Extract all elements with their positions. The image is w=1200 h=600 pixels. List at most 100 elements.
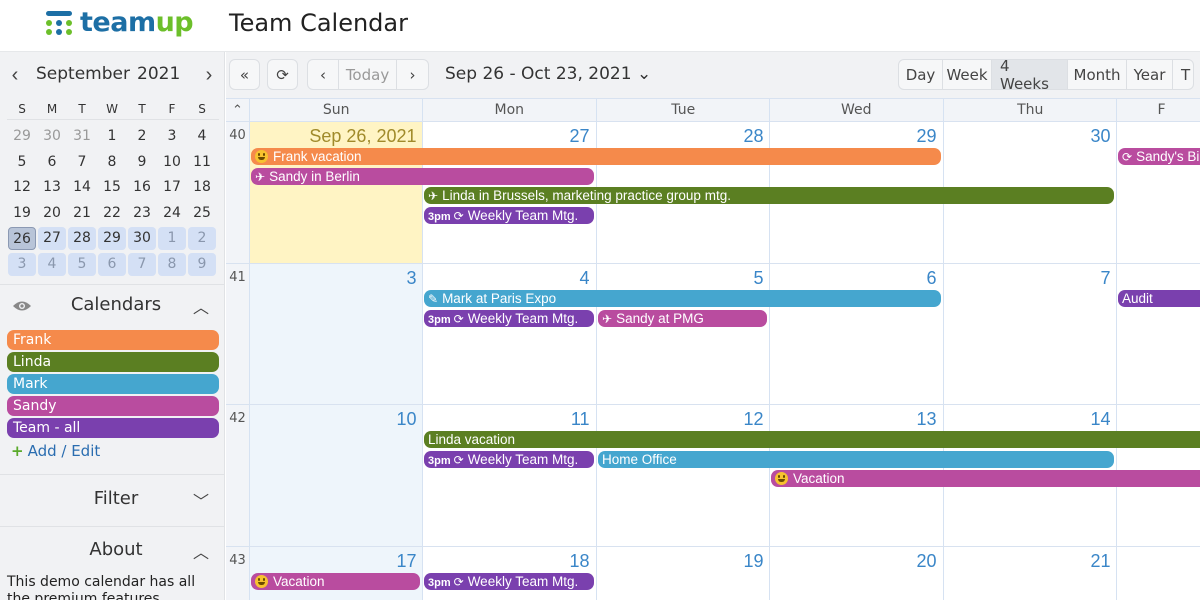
day-number[interactable]: 4	[579, 268, 589, 289]
mini-day[interactable]: 7	[68, 151, 96, 174]
mini-day[interactable]: 19	[8, 202, 36, 225]
mini-day[interactable]: 5	[8, 151, 36, 174]
mini-day[interactable]: 12	[8, 176, 36, 199]
calendars-section-header[interactable]: Calendars ︿	[0, 288, 225, 322]
day-cell[interactable]	[1116, 547, 1200, 600]
day-number[interactable]: 19	[743, 551, 763, 572]
mini-day[interactable]: 2	[128, 125, 156, 148]
mini-day[interactable]: 25	[188, 202, 216, 225]
view-tab-week[interactable]: Week	[943, 60, 992, 89]
mini-day[interactable]: 3	[158, 125, 186, 148]
mini-day[interactable]: 11	[188, 151, 216, 174]
mini-day[interactable]: 17	[158, 176, 186, 199]
day-number[interactable]: Sep 26, 2021	[309, 126, 416, 147]
first-page-button[interactable]: «	[229, 59, 260, 90]
mini-day[interactable]: 27	[38, 227, 66, 250]
mini-day[interactable]: 26	[8, 227, 36, 250]
view-tab-year[interactable]: Year	[1127, 60, 1173, 89]
next-period-button[interactable]: ›	[397, 60, 428, 89]
day-cell[interactable]: 10	[249, 405, 423, 546]
day-cell[interactable]: 4	[422, 264, 596, 404]
view-tab-month[interactable]: Month	[1068, 60, 1127, 89]
refresh-button[interactable]: ⟳	[267, 59, 298, 90]
mini-day[interactable]: 22	[98, 202, 126, 225]
event-sandy[interactable]: Vacation	[771, 470, 1200, 487]
day-cell[interactable]	[1116, 122, 1200, 263]
mini-day[interactable]: 3	[8, 252, 36, 276]
day-number[interactable]: 7	[1100, 268, 1110, 289]
mini-day[interactable]: 4	[38, 252, 66, 276]
day-cell[interactable]: 20	[769, 547, 943, 600]
event-sandy[interactable]: ✈ Sandy in Berlin	[251, 167, 594, 185]
event-team[interactable]: 3pm ⟳ Weekly Team Mtg.	[424, 309, 594, 327]
mini-day[interactable]: 10	[158, 151, 186, 174]
chevron-down-icon[interactable]: ﹀	[193, 488, 209, 512]
event-linda[interactable]: Linda vacation	[424, 431, 1200, 448]
mini-day[interactable]: 8	[98, 151, 126, 174]
mini-day[interactable]: 29	[8, 125, 36, 148]
collapse-icon[interactable]: ⌃	[226, 99, 249, 122]
mini-day[interactable]: 7	[128, 252, 156, 276]
event-sandy[interactable]: ⟳ Sandy's Bi	[1118, 148, 1200, 165]
day-cell[interactable]: 5	[596, 264, 770, 404]
add-edit-calendars-link[interactable]: + Add / Edit	[11, 442, 100, 460]
mini-day[interactable]: 15	[98, 176, 126, 199]
prev-period-button[interactable]: ‹	[308, 60, 339, 89]
mini-day[interactable]: 28	[68, 227, 96, 250]
calendar-item-mark[interactable]: Mark	[7, 374, 219, 394]
day-number[interactable]: 18	[569, 551, 589, 572]
mini-day[interactable]: 18	[188, 176, 216, 199]
event-sandy[interactable]: ✈ Sandy at PMG	[598, 309, 767, 327]
mini-day[interactable]: 13	[38, 176, 66, 199]
day-number[interactable]: 14	[1090, 409, 1110, 430]
mini-day[interactable]: 14	[68, 176, 96, 199]
filter-section-header[interactable]: Filter ﹀	[0, 482, 225, 516]
day-cell[interactable]: 12	[596, 405, 770, 546]
mini-day[interactable]: 29	[98, 227, 126, 250]
event-mark[interactable]: ✎ Mark at Paris Expo	[424, 290, 941, 307]
mini-day[interactable]: 30	[38, 125, 66, 148]
week-number[interactable]: 43	[226, 553, 249, 568]
week-number[interactable]: 40	[226, 128, 249, 143]
event-linda[interactable]: ✈ Linda in Brussels, marketing practice g…	[424, 187, 1114, 204]
calendar-item-linda[interactable]: Linda	[7, 352, 219, 372]
chevron-up-icon[interactable]: ︿	[193, 294, 209, 318]
event-mark[interactable]: Home Office	[598, 450, 1114, 468]
view-tab-4-weeks[interactable]: 4 Weeks	[992, 60, 1068, 89]
event-frank[interactable]: Frank vacation	[251, 148, 941, 165]
mini-day[interactable]: 1	[98, 125, 126, 148]
day-cell[interactable]: 3	[249, 264, 423, 404]
day-number[interactable]: 17	[396, 551, 416, 572]
chevron-up-icon[interactable]: ︿	[193, 539, 209, 563]
mini-day[interactable]: 21	[68, 202, 96, 225]
mini-day[interactable]: 16	[128, 176, 156, 199]
mini-day[interactable]: 31	[68, 125, 96, 148]
week-number[interactable]: 41	[226, 270, 249, 285]
day-number[interactable]: 12	[743, 409, 763, 430]
week-number[interactable]: 42	[226, 411, 249, 426]
day-number[interactable]: 20	[916, 551, 936, 572]
event-team[interactable]: 3pm ⟳ Weekly Team Mtg.	[424, 573, 594, 590]
calendar-item-frank[interactable]: Frank	[7, 330, 219, 350]
calendar-item-sandy[interactable]: Sandy	[7, 396, 219, 416]
mini-day[interactable]: 9	[128, 151, 156, 174]
day-cell[interactable]	[1116, 264, 1200, 404]
day-number[interactable]: 11	[571, 409, 590, 430]
day-cell[interactable]: 11	[422, 405, 596, 546]
event-team[interactable]: Audit	[1118, 290, 1200, 307]
day-number[interactable]: 28	[743, 126, 763, 147]
about-section-header[interactable]: About ︿	[0, 533, 225, 567]
today-button[interactable]: Today	[339, 60, 397, 89]
day-number[interactable]: 6	[926, 268, 936, 289]
mini-day[interactable]: 23	[128, 202, 156, 225]
mini-day[interactable]: 6	[98, 252, 126, 276]
mini-next-month-button[interactable]: ›	[199, 64, 219, 87]
day-cell[interactable]: Sep 26, 2021	[249, 122, 423, 263]
mini-day[interactable]: 2	[188, 227, 216, 250]
day-number[interactable]: 29	[916, 126, 936, 147]
mini-day[interactable]: 8	[158, 252, 186, 276]
calendar-item-team[interactable]: Team - all	[7, 418, 219, 438]
day-cell[interactable]: 19	[596, 547, 770, 600]
view-tab-t[interactable]: T	[1173, 60, 1193, 89]
mini-day[interactable]: 5	[68, 252, 96, 276]
